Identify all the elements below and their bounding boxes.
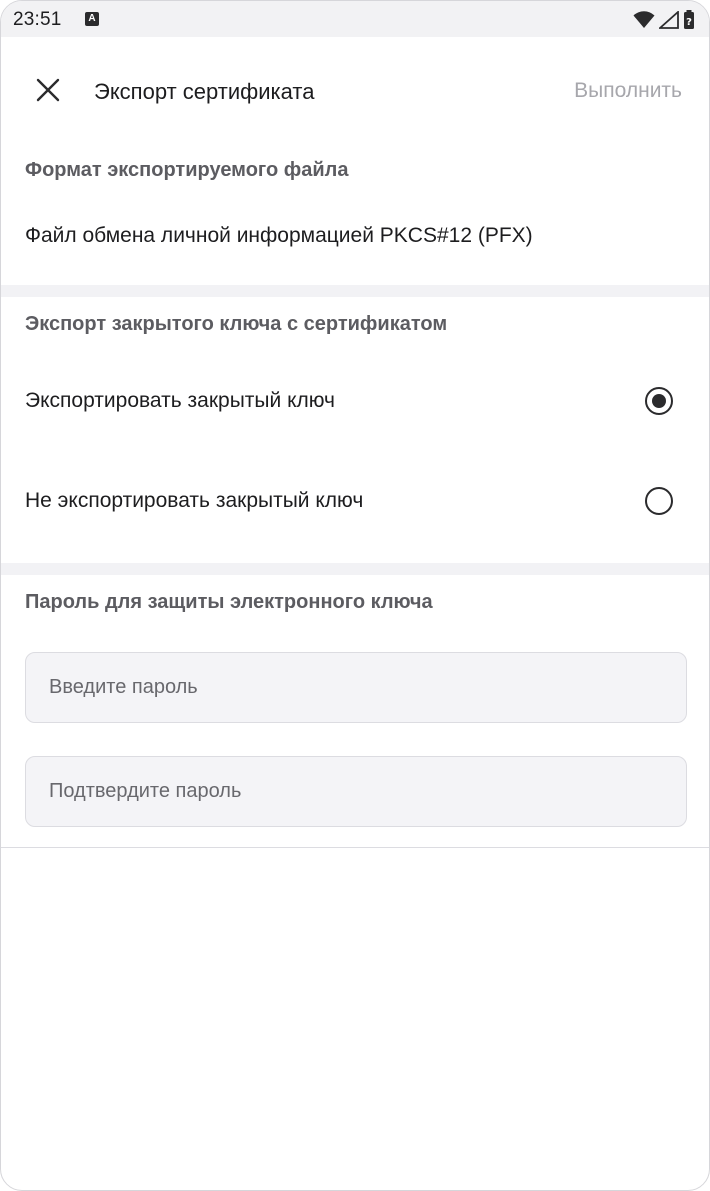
status-bar: 23:51 A ? [1, 1, 709, 37]
radio-option-export-key[interactable]: Экспортировать закрытый ключ [1, 356, 709, 446]
page-title: Экспорт сертификата [94, 79, 315, 104]
private-key-section-label: Экспорт закрытого ключа с сертификатом [25, 313, 448, 335]
device-frame: 23:51 A ? Экспорт сертификата Выполнить [0, 0, 710, 1191]
radio-button-unselected[interactable] [645, 487, 673, 515]
status-time: 23:51 [13, 9, 62, 30]
signal-icon [659, 10, 679, 29]
password-section-label: Пароль для защиты электронного ключа [25, 591, 433, 613]
a-icon: A [85, 12, 99, 26]
radio-option-label: Не экспортировать закрытый ключ [25, 489, 364, 512]
radio-dot [652, 394, 666, 408]
section-divider [1, 563, 709, 575]
status-icons: ? [633, 10, 695, 29]
battery-icon: ? [684, 10, 694, 29]
content-bottom-divider [1, 847, 709, 848]
section-divider [1, 285, 709, 297]
radio-button-selected[interactable] [645, 387, 673, 415]
svg-text:?: ? [686, 17, 692, 28]
format-section-label: Формат экспортируемого файла [25, 159, 349, 181]
radio-option-label: Экспортировать закрытый ключ [25, 389, 335, 412]
wifi-icon [633, 10, 655, 28]
confirm-password-input[interactable] [25, 756, 687, 827]
radio-option-no-export-key[interactable]: Не экспортировать закрытый ключ [1, 456, 709, 546]
close-button[interactable] [25, 67, 71, 113]
password-input[interactable] [25, 652, 687, 723]
format-value: Файл обмена личной информацией PKCS#12 (… [25, 224, 533, 247]
app-bar: Экспорт сертификата Выполнить [1, 37, 709, 145]
close-icon [36, 78, 60, 102]
execute-button[interactable]: Выполнить [574, 79, 682, 103]
